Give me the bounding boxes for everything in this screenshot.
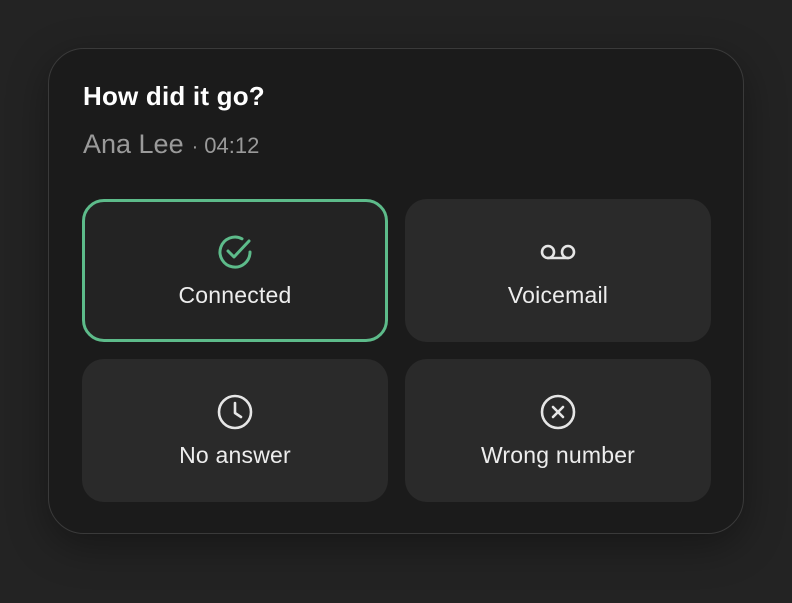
- dialog-title: How did it go?: [83, 81, 265, 111]
- separator: ·: [191, 136, 199, 158]
- voicemail-icon: [538, 232, 578, 272]
- outcome-no-answer-button[interactable]: No answer: [82, 359, 388, 502]
- outcome-no-answer-label: No answer: [179, 442, 291, 468]
- outcome-wrong-number-button[interactable]: Wrong number: [405, 359, 711, 502]
- check-circle-icon: [215, 232, 255, 272]
- outcome-voicemail-label: Voicemail: [507, 282, 609, 308]
- call-info: Ana Lee · 04:12: [83, 129, 259, 160]
- x-circle-icon: [538, 392, 578, 432]
- outcome-wrong-number-label: Wrong number: [480, 442, 636, 468]
- outcome-options: Connected Voicemail No answer Wrong numb…: [82, 199, 711, 502]
- call-duration: 04:12: [204, 133, 260, 158]
- outcome-voicemail-button[interactable]: Voicemail: [405, 199, 711, 342]
- clock-icon: [215, 392, 255, 432]
- contact-name: Ana Lee: [83, 129, 184, 159]
- outcome-connected-button[interactable]: Connected: [82, 199, 388, 342]
- outcome-connected-label: Connected: [178, 282, 292, 308]
- call-outcome-card: How did it go? Ana Lee · 04:12 Connected: [48, 48, 744, 534]
